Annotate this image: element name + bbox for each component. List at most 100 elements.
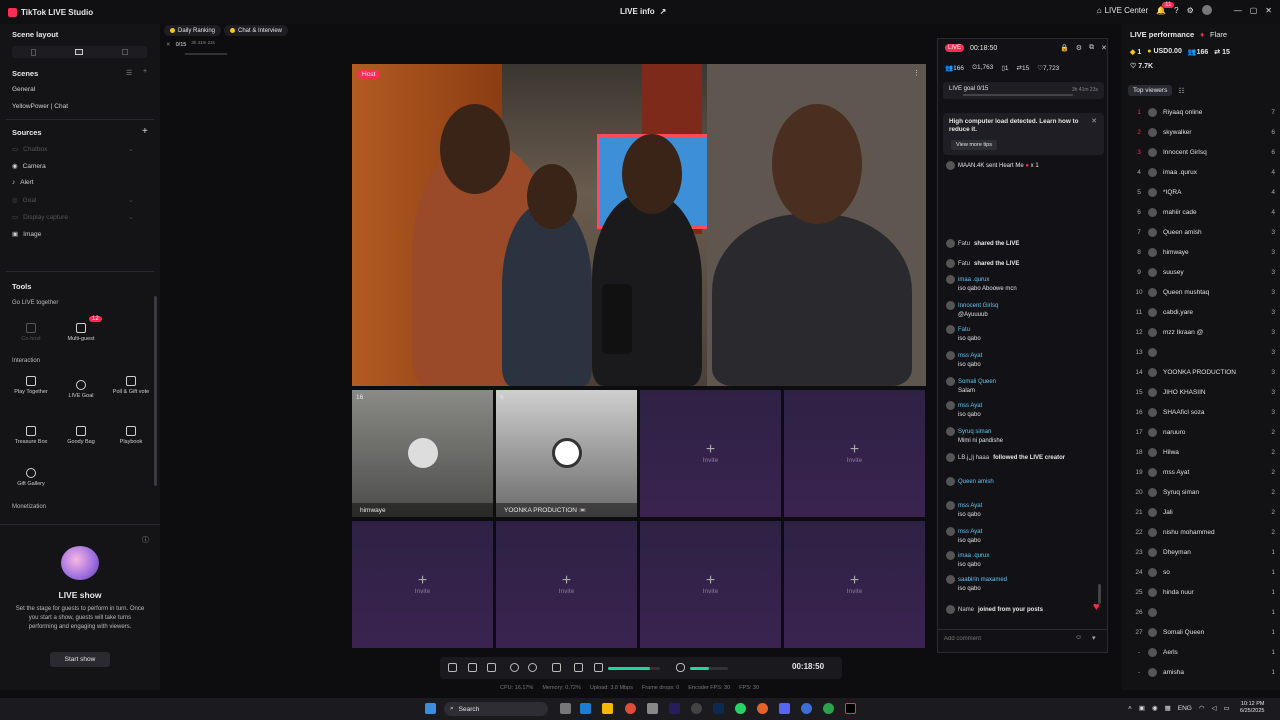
chat-message[interactable]: Fatu shared the LIVE	[946, 259, 1106, 268]
chevron-down-icon[interactable]: ⌄	[128, 196, 134, 204]
viewer-rank-row[interactable]: 25 hinda nuur 1	[1130, 588, 1275, 597]
app-tray-icon[interactable]: ▣	[1139, 704, 1145, 712]
invite-slot[interactable]: + Invite	[784, 521, 925, 648]
viewer-rank-row[interactable]: 1 Riyaaq online 7	[1130, 108, 1275, 117]
viewer-rank-row[interactable]: 17 naruuro 2	[1130, 428, 1275, 437]
viewer-rank-row[interactable]: 5 *IQRA 4	[1130, 188, 1275, 197]
chat-message[interactable]: mss Ayat iso qabo	[946, 401, 1106, 418]
emoji-icon[interactable]: ☺	[1075, 634, 1082, 641]
chat-message[interactable]: saabirin maxamed iso qabo	[946, 575, 1106, 592]
filter-icon[interactable]: ▾	[1092, 634, 1096, 642]
add-source-icon[interactable]: +	[142, 126, 148, 137]
treasure-box-button[interactable]: Treasure Box	[11, 426, 51, 445]
viewer-rank-row[interactable]: 24 so 1	[1130, 568, 1275, 577]
camera-icon[interactable]	[528, 663, 537, 672]
language-indicator[interactable]: ENG	[1178, 705, 1192, 712]
poll-gift-vote-button[interactable]: Poll & Gift vote	[111, 376, 151, 395]
popout-icon[interactable]: ⧉	[1089, 44, 1094, 52]
viewer-rank-row[interactable]: 2 skywalker 6	[1130, 128, 1275, 137]
chevron-up-icon[interactable]: ˄	[1128, 705, 1132, 712]
close-icon[interactable]: ✕	[1101, 44, 1107, 52]
list-icon[interactable]: ☰	[126, 69, 132, 77]
chevron-down-icon[interactable]: ⌄	[128, 145, 134, 153]
comment-input[interactable]	[944, 633, 1084, 645]
photoshop-icon[interactable]	[713, 703, 724, 714]
chat-message[interactable]: Innocent Girlsq @Ayuuuub	[946, 301, 1106, 318]
viewer-rank-row[interactable]: 12 mzz Ikraan @ 3	[1130, 328, 1275, 337]
viewer-rank-row[interactable]: 27 Somali Queen 1	[1130, 628, 1275, 637]
chrome-icon[interactable]	[625, 703, 636, 714]
chrome-icon[interactable]	[823, 703, 834, 714]
viewer-rank-row[interactable]: - amisha 1	[1130, 668, 1275, 677]
viewer-rank-row[interactable]: 8 himwaye 3	[1130, 248, 1275, 257]
chat-message[interactable]: mss Ayat iso qabo	[946, 501, 1106, 518]
portrait-layout-icon[interactable]	[31, 48, 37, 56]
chat-message[interactable]: Syruq siman Mimi ni pandishe	[946, 427, 1106, 444]
source-image[interactable]: ▣ Image	[12, 230, 41, 239]
grid-icon[interactable]	[487, 663, 496, 672]
notification-button[interactable]: 🔔 11	[1156, 1, 1175, 15]
chat-message[interactable]: imaa .qurux iso qabo Aboowe mcn	[946, 275, 1106, 292]
live-center-button[interactable]: ⌂ LIVE Center	[1097, 6, 1148, 15]
discord-icon[interactable]	[779, 703, 790, 714]
mic-icon[interactable]	[676, 663, 685, 672]
chat-interview-chip[interactable]: Chat & Interview	[224, 25, 289, 36]
gift-gallery-button[interactable]: Gift Gallery	[11, 468, 51, 487]
firefox-icon[interactable]	[757, 703, 768, 714]
viewer-rank-row[interactable]: 16 SHAAficI soza 3	[1130, 408, 1275, 417]
play-together-button[interactable]: Play Together	[11, 376, 51, 395]
viewer-rank-row[interactable]: 26 1	[1130, 608, 1275, 617]
whatsapp-icon[interactable]	[735, 703, 746, 714]
view-tips-button[interactable]: View more tips	[951, 140, 997, 150]
app-icon[interactable]	[647, 703, 658, 714]
guest-tile[interactable]: 6 YOONKA PRODUCTION 📼	[496, 390, 637, 517]
guest-tile[interactable]: 16 himwaye	[352, 390, 493, 517]
record-icon[interactable]	[510, 663, 519, 672]
viewer-rank-row[interactable]: 22 nishu mohammed 2	[1130, 528, 1275, 537]
expand-icon[interactable]	[448, 663, 457, 672]
viewer-rank-row[interactable]: 10 Queen mushtaq 3	[1130, 288, 1275, 297]
clock[interactable]: 10:12 PM 6/25/2025	[1240, 701, 1264, 715]
cohost-button[interactable]: Co-host	[11, 323, 51, 342]
scene-general[interactable]: General	[12, 86, 35, 93]
chat-message[interactable]: mss Ayat iso qabo	[946, 527, 1106, 544]
viewer-rank-row[interactable]: 13 3	[1130, 348, 1275, 357]
scrollbar[interactable]	[154, 296, 157, 486]
viewer-rank-row[interactable]: 18 Hilwa 2	[1130, 448, 1275, 457]
viewer-rank-row[interactable]: 23 Dheyman 1	[1130, 548, 1275, 557]
playbook-button[interactable]: Playbook	[111, 426, 151, 445]
close-icon[interactable]: ✕	[1265, 6, 1272, 15]
battery-icon[interactable]: ▭	[1224, 704, 1230, 712]
add-scene-icon[interactable]: +	[143, 68, 147, 75]
help-icon[interactable]: ⓘ	[142, 535, 149, 545]
lock-icon[interactable]: 🔒	[1060, 44, 1069, 52]
app-tray-icon[interactable]: ▦	[1165, 704, 1171, 712]
landscape-layout-icon[interactable]	[74, 49, 83, 55]
viewer-rank-row[interactable]: 4 imaa .qurux 4	[1130, 168, 1275, 177]
viewer-rank-row[interactable]: 20 Syruq siman 2	[1130, 488, 1275, 497]
invite-slot[interactable]: + Invite	[352, 521, 493, 648]
viewer-rank-row[interactable]: 6 mahiir cade 4	[1130, 208, 1275, 217]
goody-bag-button[interactable]: Goody Bag	[61, 426, 101, 445]
chat-message[interactable]: Somali Queen Salam	[946, 377, 1106, 394]
dual-layout-icon[interactable]	[121, 49, 128, 55]
speaker-volume-slider[interactable]	[608, 667, 660, 670]
chat-message[interactable]: Queen amish	[946, 477, 1106, 488]
gear-icon[interactable]: ⚙	[1187, 6, 1194, 15]
chat-message[interactable]: Name joined from your posts	[946, 605, 1106, 614]
chat-message[interactable]: Fatu iso qabo	[946, 325, 1106, 342]
layout-icon[interactable]	[468, 663, 477, 672]
mic-volume-slider[interactable]	[690, 667, 728, 670]
maximize-icon[interactable]: ▢	[1250, 6, 1258, 15]
viewer-rank-row[interactable]: - Aerls 1	[1130, 648, 1275, 657]
task-view-icon[interactable]	[560, 703, 571, 714]
tiktok-icon[interactable]	[845, 703, 856, 714]
chevron-down-icon[interactable]: ⌄	[128, 213, 134, 221]
viewer-rank-row[interactable]: 14 YOONKA PRODUCTION 3	[1130, 368, 1275, 377]
source-display-capture[interactable]: ▭ Display capture	[12, 213, 68, 222]
invite-slot[interactable]: + Invite	[784, 390, 925, 517]
viewer-rank-row[interactable]: 19 mss Ayat 2	[1130, 468, 1275, 477]
heart-icon[interactable]: ♥	[1093, 601, 1100, 613]
close-icon[interactable]: ✕	[1091, 117, 1097, 125]
app-icon[interactable]	[691, 703, 702, 714]
